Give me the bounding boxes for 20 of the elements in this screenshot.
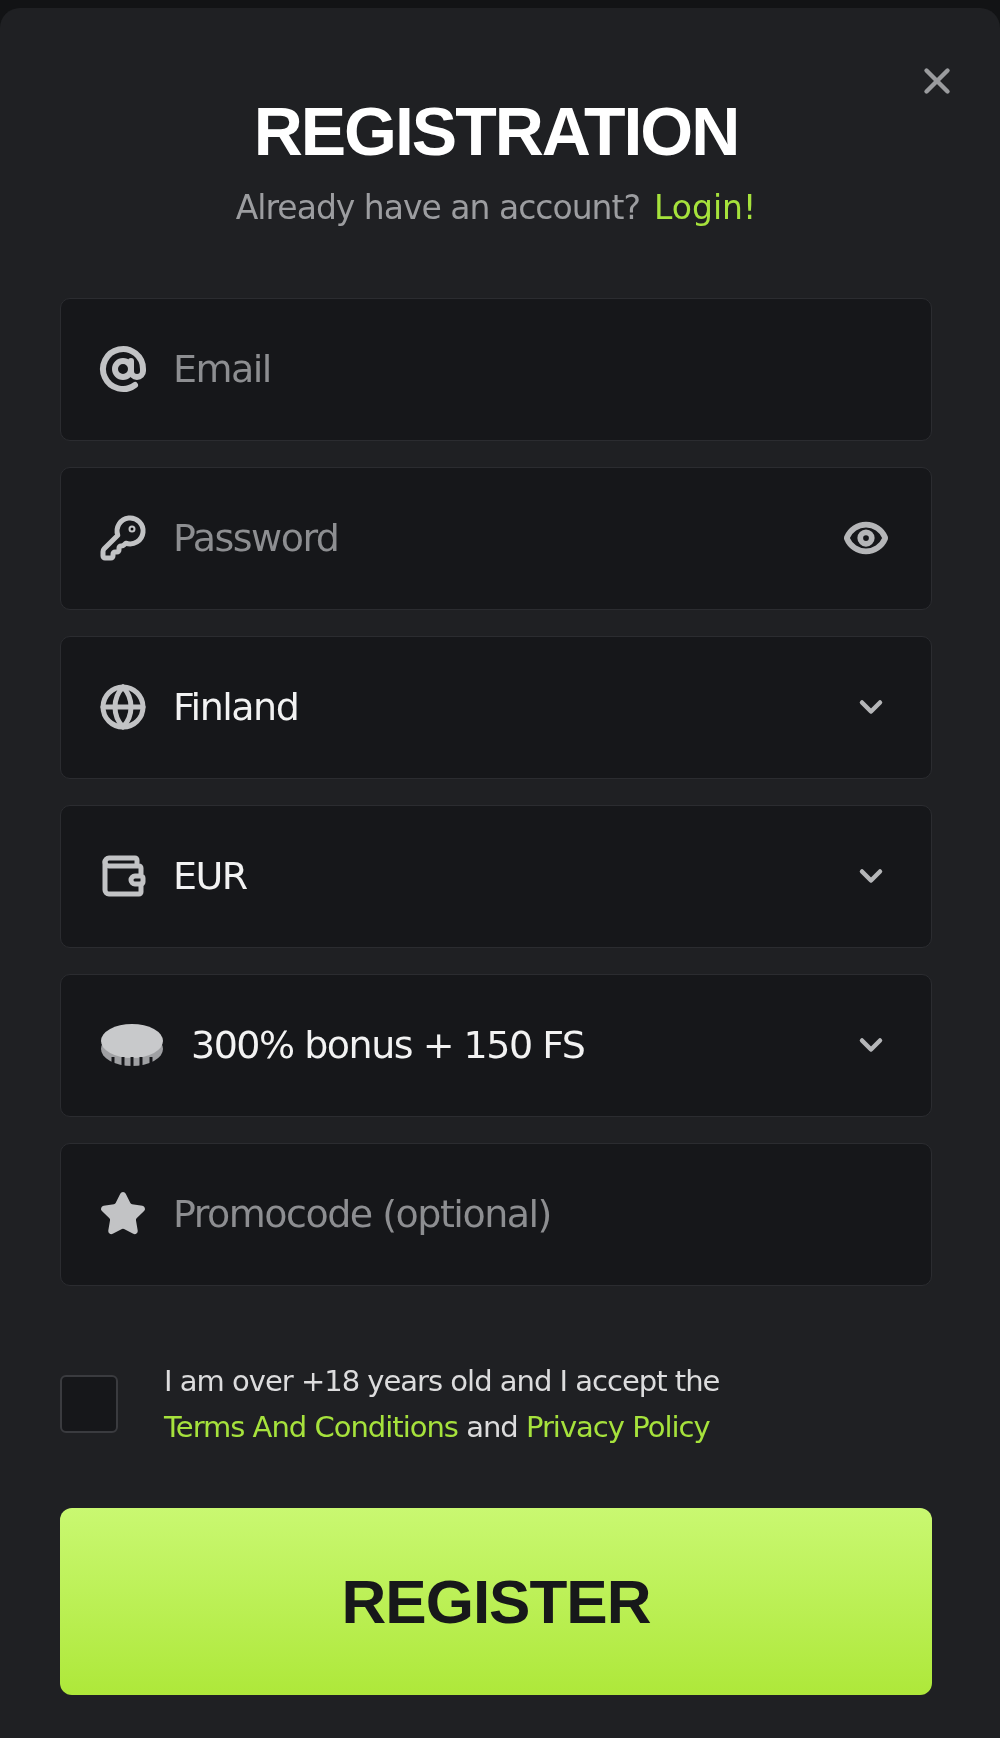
register-button[interactable]: REGISTER: [60, 1508, 932, 1696]
form-field[interactable]: Password: [60, 466, 932, 610]
globe-icon: [99, 683, 147, 732]
input-field[interactable]: Promocode (optional): [173, 1192, 889, 1237]
select-field[interactable]: EUR: [60, 804, 932, 948]
form-field[interactable]: Promocode (optional): [60, 1142, 932, 1286]
select-field[interactable]: 300% bonus + 150 FS: [60, 973, 932, 1117]
privacy-link[interactable]: Privacy Policy: [525, 1410, 710, 1445]
terms-link[interactable]: Terms And Conditions: [164, 1410, 458, 1445]
select-field[interactable]: Finland: [60, 635, 932, 779]
account-prompt: Already have an account?: [235, 186, 640, 229]
at-sign-icon: [99, 345, 147, 394]
dialog-title: REGISTRATION: [252, 94, 740, 169]
consent-checkbox[interactable]: [60, 1375, 118, 1434]
consent-text: I am over +18 years old and I accept the Terms And Conditions and Privacy Policy: [164, 1362, 720, 1447]
login-link[interactable]: Login!: [653, 186, 757, 230]
form-field[interactable]: Email: [60, 297, 932, 441]
password-field[interactable]: Password: [173, 516, 817, 561]
key-icon: [99, 514, 147, 563]
input-field[interactable]: Email: [173, 347, 889, 392]
